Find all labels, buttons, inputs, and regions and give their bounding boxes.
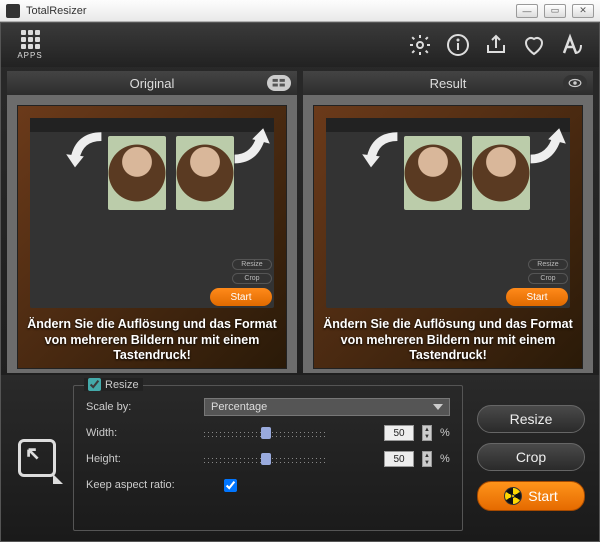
result-caption: Ändern Sie die Auflösung und das Format …	[314, 317, 582, 364]
width-percent: %	[440, 427, 450, 439]
settings-button[interactable]	[407, 32, 433, 58]
width-slider[interactable]	[204, 424, 376, 442]
action-buttons: Resize Crop Start	[477, 385, 585, 531]
eye-icon	[568, 77, 582, 89]
preview-area: Original Resize Crop Start Ändern Sie di…	[1, 67, 599, 375]
inner-start-label: Start	[210, 288, 272, 306]
inner-resize-label-2: Resize	[528, 259, 568, 270]
original-pane: Original Resize Crop Start Ändern Sie di…	[7, 71, 297, 373]
resize-enable-checkbox[interactable]	[88, 378, 101, 391]
apps-menu[interactable]: APPS	[15, 30, 45, 60]
expand-button[interactable]	[15, 385, 59, 531]
height-percent: %	[440, 453, 450, 465]
minimize-button[interactable]: —	[516, 4, 538, 18]
resize-panel-title: Resize	[84, 378, 143, 391]
maximize-button[interactable]: ▭	[544, 4, 566, 18]
gear-icon	[408, 33, 432, 57]
result-thumbnail[interactable]: Resize Crop Start Ändern Sie die Auflösu…	[313, 105, 583, 369]
height-label: Height:	[86, 453, 196, 465]
resize-panel: Resize Scale by: Percentage Width: 50 ▲▼…	[73, 385, 463, 531]
hazard-icon	[504, 487, 522, 505]
share-button[interactable]	[483, 32, 509, 58]
original-thumbnail[interactable]: Resize Crop Start Ändern Sie die Auflösu…	[17, 105, 287, 369]
chevron-down-icon	[433, 404, 443, 410]
scale-by-value: Percentage	[211, 401, 267, 413]
grid-icon	[272, 77, 286, 89]
start-button[interactable]: Start	[477, 481, 585, 511]
window-titlebar: TotalResizer — ▭ ✕	[0, 0, 600, 22]
height-stepper[interactable]: ▲▼	[422, 451, 432, 467]
share-icon	[484, 33, 508, 57]
resize-title-label: Resize	[105, 379, 139, 391]
width-value[interactable]: 50	[384, 425, 414, 441]
bottom-bar: Resize Scale by: Percentage Width: 50 ▲▼…	[1, 375, 599, 541]
window-title: TotalResizer	[26, 5, 516, 17]
original-label: Original	[130, 76, 175, 91]
thumbnails-toggle[interactable]	[267, 75, 291, 91]
info-icon	[446, 33, 470, 57]
inner-start-label-2: Start	[506, 288, 568, 306]
width-label: Width:	[86, 427, 196, 439]
scale-by-label: Scale by:	[86, 401, 196, 413]
scale-by-select[interactable]: Percentage	[204, 398, 450, 416]
keep-aspect-label: Keep aspect ratio:	[86, 479, 216, 491]
heart-icon	[522, 33, 546, 57]
height-value[interactable]: 50	[384, 451, 414, 467]
favorite-button[interactable]	[521, 32, 547, 58]
apps-label: APPS	[17, 51, 42, 60]
original-header: Original	[7, 71, 297, 95]
result-pane: Result Resize Crop Start Ändern Sie die …	[303, 71, 593, 373]
top-toolbar: APPS	[1, 23, 599, 67]
arrow-up-left-icon	[25, 446, 43, 464]
width-stepper[interactable]: ▲▼	[422, 425, 432, 441]
inner-crop-label: Crop	[232, 273, 272, 284]
inner-resize-label: Resize	[232, 259, 272, 270]
info-button[interactable]	[445, 32, 471, 58]
crop-button[interactable]: Crop	[477, 443, 585, 471]
result-header: Result	[303, 71, 593, 95]
inner-crop-label-2: Crop	[528, 273, 568, 284]
preview-toggle[interactable]	[563, 75, 587, 91]
resize-button[interactable]: Resize	[477, 405, 585, 433]
font-button[interactable]	[559, 32, 585, 58]
keep-aspect-checkbox[interactable]	[224, 479, 237, 492]
apps-grid-icon	[21, 30, 40, 49]
font-icon	[560, 33, 584, 57]
original-caption: Ändern Sie die Auflösung und das Format …	[18, 317, 286, 364]
height-slider[interactable]	[204, 450, 376, 468]
app-frame: APPS Original Resize Crop Start	[0, 22, 600, 542]
close-button[interactable]: ✕	[572, 4, 594, 18]
result-label: Result	[430, 76, 467, 91]
app-icon	[6, 4, 20, 18]
